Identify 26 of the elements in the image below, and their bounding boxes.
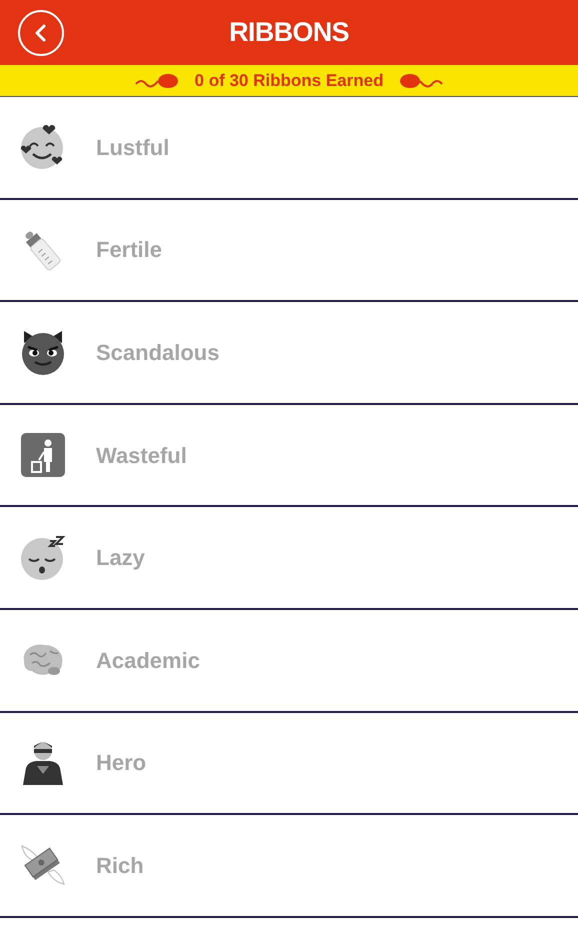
litter-bin-sign-icon — [20, 432, 66, 478]
ribbon-name: Rich — [96, 852, 144, 880]
back-button[interactable] — [18, 10, 64, 56]
ribbon-name: Fertile — [96, 236, 162, 264]
earned-count: 0 of 30 Ribbons Earned — [194, 70, 384, 92]
ribbon-name: Academic — [96, 646, 200, 675]
page-title: RIBBONS — [229, 16, 349, 50]
ribbon-name: Lazy — [96, 544, 145, 572]
ribbon-name: Lustful — [96, 134, 170, 162]
sleeping-face-icon — [20, 534, 66, 581]
superhero-figure-icon — [20, 740, 66, 786]
ribbon-row[interactable]: Hero — [0, 712, 578, 816]
ribbon-name: Scandalous — [96, 338, 220, 367]
ribbon-name: Hero — [96, 749, 146, 778]
ribbon-row[interactable]: Lustful — [0, 97, 578, 200]
ribbon-row[interactable]: Wasteful — [0, 404, 578, 508]
ribbon-name: Wasteful — [96, 442, 187, 470]
ribbon-row[interactable]: Rich — [0, 815, 578, 918]
ribbon-row[interactable]: Lazy — [0, 507, 578, 610]
ribbon-row[interactable]: Fertile — [0, 200, 578, 302]
devil-face-icon — [20, 329, 66, 376]
ribbon-row[interactable]: Academic — [0, 610, 578, 713]
ribbon-row[interactable]: Scandalous — [0, 302, 578, 405]
sperm-icon — [399, 72, 444, 90]
smiling-face-with-hearts-icon — [20, 124, 66, 170]
sperm-icon — [134, 72, 179, 90]
